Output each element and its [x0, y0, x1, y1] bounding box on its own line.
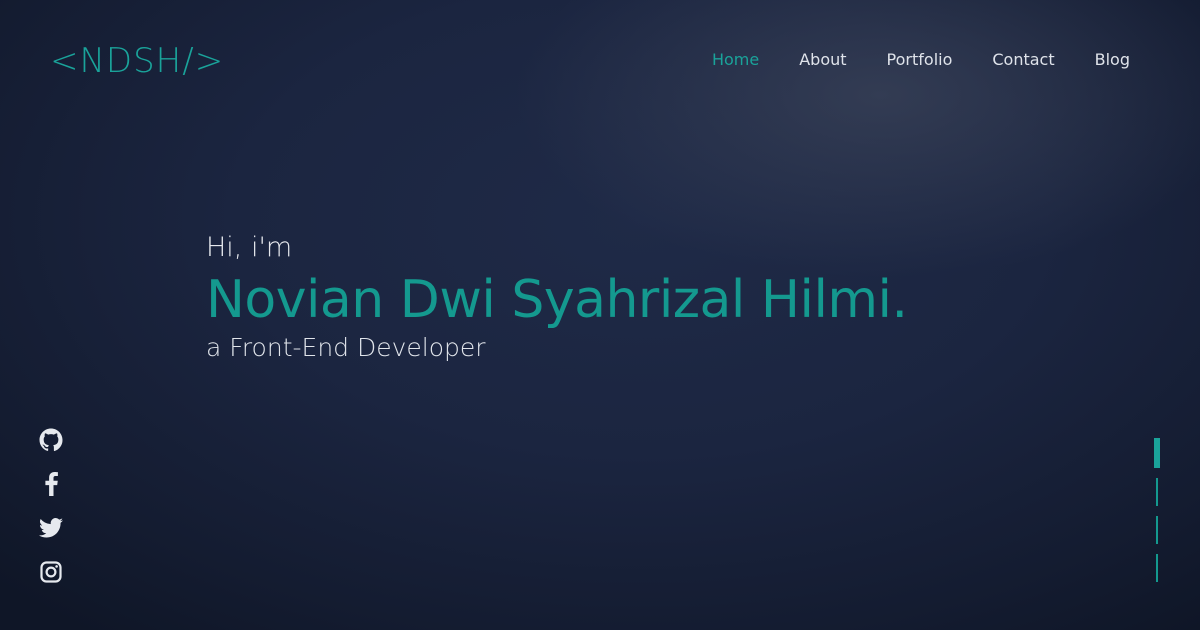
facebook-icon — [45, 472, 58, 496]
hero-role: a Front-End Developer — [206, 333, 486, 362]
section-indicator — [1154, 438, 1160, 582]
nav-link-home[interactable]: Home — [712, 50, 759, 70]
social-links — [38, 428, 64, 584]
hero-section: Hi, i'm Novian Dwi Syahrizal Hilmi. a Fr… — [206, 230, 908, 364]
hero-greeting: Hi, i'm — [206, 232, 293, 263]
github-link[interactable] — [38, 428, 64, 452]
nav-link-contact[interactable]: Contact — [992, 50, 1054, 70]
twitter-icon — [39, 518, 63, 538]
facebook-link[interactable] — [38, 472, 64, 496]
instagram-link[interactable] — [38, 560, 64, 584]
section-indicator-1[interactable] — [1154, 438, 1160, 468]
github-icon — [39, 428, 63, 452]
section-indicator-3[interactable] — [1156, 516, 1158, 544]
nav-link-portfolio[interactable]: Portfolio — [887, 50, 953, 70]
section-indicator-4[interactable] — [1156, 554, 1158, 582]
hero-name: Novian Dwi Syahrizal Hilmi. — [206, 270, 908, 330]
twitter-link[interactable] — [38, 516, 64, 540]
section-indicator-2[interactable] — [1156, 478, 1158, 506]
nav-link-about[interactable]: About — [799, 50, 846, 70]
main-nav: Home About Portfolio Contact Blog — [712, 50, 1130, 70]
site-logo[interactable]: <NDSH/> — [50, 40, 224, 82]
instagram-icon — [40, 561, 62, 583]
nav-link-blog[interactable]: Blog — [1095, 50, 1130, 70]
